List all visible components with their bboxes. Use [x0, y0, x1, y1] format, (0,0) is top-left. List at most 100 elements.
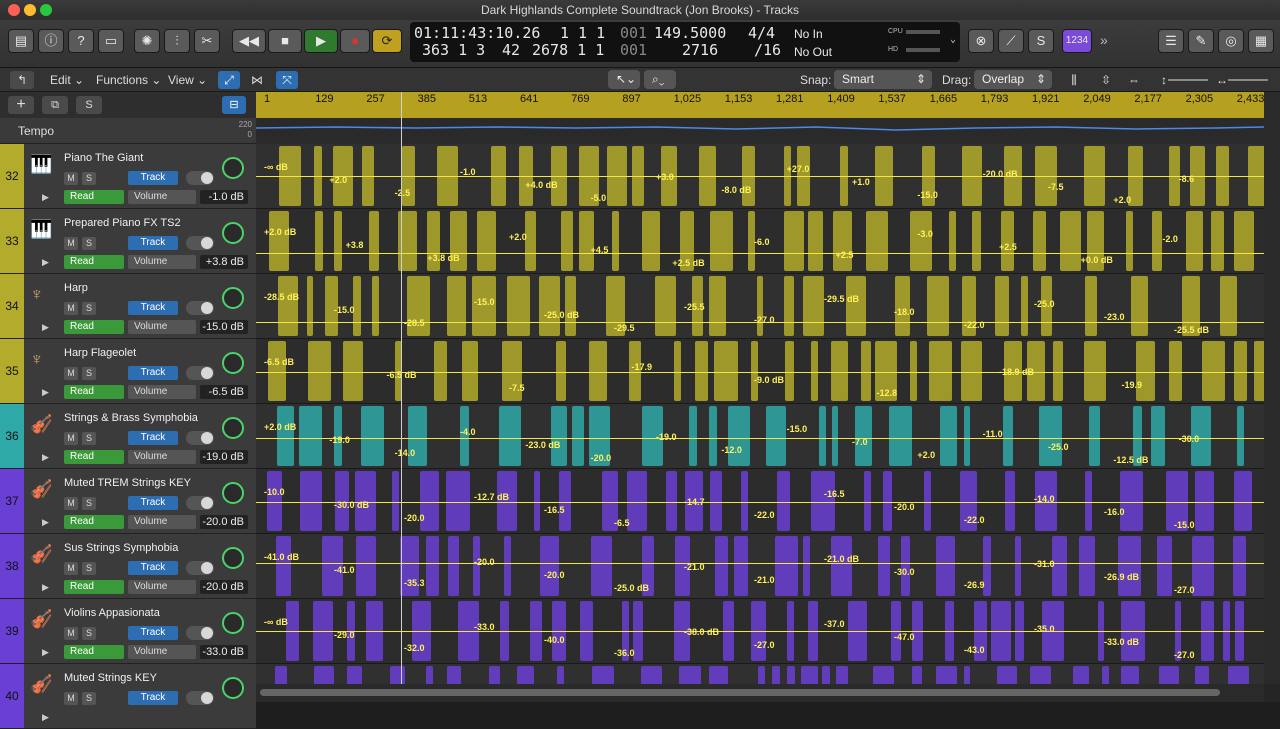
- track-header[interactable]: 36 🎻 Strings & Brass Symphobia M S Track…: [0, 404, 256, 469]
- track-stack-icon[interactable]: ⧉: [42, 96, 68, 114]
- track-name[interactable]: Muted TREM Strings KEY: [64, 477, 244, 489]
- automation-mode-select[interactable]: Read: [64, 255, 124, 269]
- region[interactable]: [775, 536, 799, 596]
- automation-line[interactable]: [256, 501, 1264, 503]
- automation-parameter-select[interactable]: Volume: [128, 190, 196, 204]
- pan-knob[interactable]: [222, 352, 244, 374]
- region[interactable]: [1191, 536, 1215, 596]
- region[interactable]: [347, 666, 363, 684]
- library-icon[interactable]: ▤: [8, 29, 34, 53]
- horizontal-zoom-slider[interactable]: [1228, 79, 1268, 81]
- solo-button[interactable]: S: [82, 562, 96, 575]
- region[interactable]: [688, 406, 697, 466]
- pan-knob[interactable]: [222, 222, 244, 244]
- region[interactable]: [901, 536, 911, 596]
- track-name[interactable]: Violins Appasionata: [64, 607, 244, 619]
- bar-ruler[interactable]: 1 129 257 385 513 641 769 897 1,025 1,153 1,281 1,4…: [256, 92, 1264, 118]
- region[interactable]: [476, 211, 496, 271]
- automation-parameter-select[interactable]: Volume: [128, 450, 196, 464]
- functions-menu[interactable]: Functions ⌄: [96, 71, 161, 89]
- automation-value[interactable]: -33.0 dB: [200, 645, 248, 659]
- region[interactable]: [1125, 211, 1133, 271]
- region[interactable]: [888, 406, 913, 466]
- region[interactable]: [1228, 666, 1249, 684]
- mute-button[interactable]: M: [64, 172, 78, 185]
- solo-button[interactable]: S: [82, 627, 96, 640]
- region[interactable]: [709, 211, 734, 271]
- piano-icon[interactable]: 🎹: [30, 217, 54, 241]
- pointer-tool-select[interactable]: ↖⌄: [608, 70, 640, 89]
- track-lane[interactable]: -∞ dB -29.0 -32.0 -33.0 -40.0 -36.0 -38.0 dB -2…: [256, 599, 1264, 664]
- piano-icon[interactable]: 🎹: [30, 152, 54, 176]
- track-automation-button[interactable]: Track: [128, 366, 178, 380]
- disclosure-triangle-icon[interactable]: ▶: [42, 647, 49, 658]
- loop-browser-icon[interactable]: ◎: [1218, 29, 1244, 53]
- track-lane[interactable]: [256, 664, 1264, 684]
- tempo-track-header[interactable]: Tempo 220 0: [0, 118, 256, 144]
- disclosure-triangle-icon[interactable]: ▶: [42, 322, 49, 333]
- automation-value[interactable]: -20.0 dB: [200, 580, 248, 594]
- waveform-zoom-icon[interactable]: ⫼: [1064, 71, 1084, 89]
- harp-icon[interactable]: ♆: [30, 347, 54, 371]
- mute-button[interactable]: M: [64, 367, 78, 380]
- track-lane[interactable]: +2.0 dB +3.8 +3.8 dB +2.0 +4.5 +2.5 dB -6.0 +2.…: [256, 209, 1264, 274]
- region[interactable]: [1032, 211, 1046, 271]
- region[interactable]: [556, 666, 565, 684]
- automation-value[interactable]: +3.8 dB: [200, 255, 248, 269]
- track-on-toggle[interactable]: [186, 301, 214, 315]
- automation-value[interactable]: -19.0 dB: [200, 450, 248, 464]
- automation-line[interactable]: [256, 175, 1264, 177]
- pan-knob[interactable]: [222, 612, 244, 634]
- region[interactable]: [728, 406, 750, 466]
- region[interactable]: [276, 536, 291, 596]
- browser-icon[interactable]: ▦: [1248, 29, 1274, 53]
- automation-parameter-select[interactable]: Volume: [128, 255, 196, 269]
- region[interactable]: [1156, 536, 1172, 596]
- region[interactable]: [994, 276, 1009, 336]
- region[interactable]: [361, 406, 384, 466]
- track-automation-button[interactable]: Track: [128, 431, 178, 445]
- automation-parameter-select[interactable]: Volume: [128, 645, 196, 659]
- scroll-thumb[interactable]: [260, 689, 1220, 696]
- pan-knob[interactable]: [222, 157, 244, 179]
- editors-icon[interactable]: ✂: [194, 29, 220, 53]
- track-header[interactable]: 35 ♆ Harp Flageolet M S Track ▶ Read Vol…: [0, 339, 256, 404]
- track-automation-button[interactable]: Track: [128, 496, 178, 510]
- region[interactable]: [757, 666, 765, 684]
- region[interactable]: [315, 211, 323, 271]
- region[interactable]: [1130, 276, 1149, 336]
- note-pad-icon[interactable]: ✎: [1188, 29, 1214, 53]
- region[interactable]: [1000, 211, 1015, 271]
- track-lane[interactable]: -∞ dB +2.0 -2.5 -1.0 +4.0 dB -5.0 +3.0 -8.0 dB +…: [256, 144, 1264, 209]
- playhead[interactable]: [401, 92, 402, 684]
- strings-icon[interactable]: 🎻: [30, 477, 54, 501]
- region[interactable]: [1014, 536, 1021, 596]
- region[interactable]: [709, 406, 718, 466]
- region[interactable]: [1232, 536, 1246, 596]
- region[interactable]: [1088, 406, 1101, 466]
- solo-button[interactable]: S: [82, 172, 96, 185]
- track-automation-button[interactable]: Track: [128, 561, 178, 575]
- region[interactable]: [948, 211, 957, 271]
- region[interactable]: [873, 666, 895, 684]
- cycle-icon[interactable]: ⟳: [372, 29, 402, 53]
- strings-icon[interactable]: 🎻: [30, 412, 54, 436]
- region[interactable]: [818, 406, 826, 466]
- automation-line[interactable]: [256, 562, 1264, 564]
- pan-knob[interactable]: [222, 547, 244, 569]
- region[interactable]: [446, 276, 466, 336]
- region[interactable]: [592, 666, 615, 684]
- region[interactable]: [268, 211, 290, 271]
- automation-mode-select[interactable]: Read: [64, 645, 124, 659]
- region[interactable]: [642, 211, 661, 271]
- pan-knob[interactable]: [222, 482, 244, 504]
- flex-icon[interactable]: ⋈: [246, 71, 268, 89]
- region[interactable]: [641, 666, 663, 684]
- mixer-icon[interactable]: ⫶: [164, 29, 190, 53]
- disclosure-triangle-icon[interactable]: ▶: [42, 517, 49, 528]
- automation-parameter-select[interactable]: Volume: [128, 385, 196, 399]
- region[interactable]: [306, 276, 313, 336]
- region[interactable]: [836, 666, 849, 684]
- region[interactable]: [540, 536, 560, 596]
- region[interactable]: [517, 666, 534, 684]
